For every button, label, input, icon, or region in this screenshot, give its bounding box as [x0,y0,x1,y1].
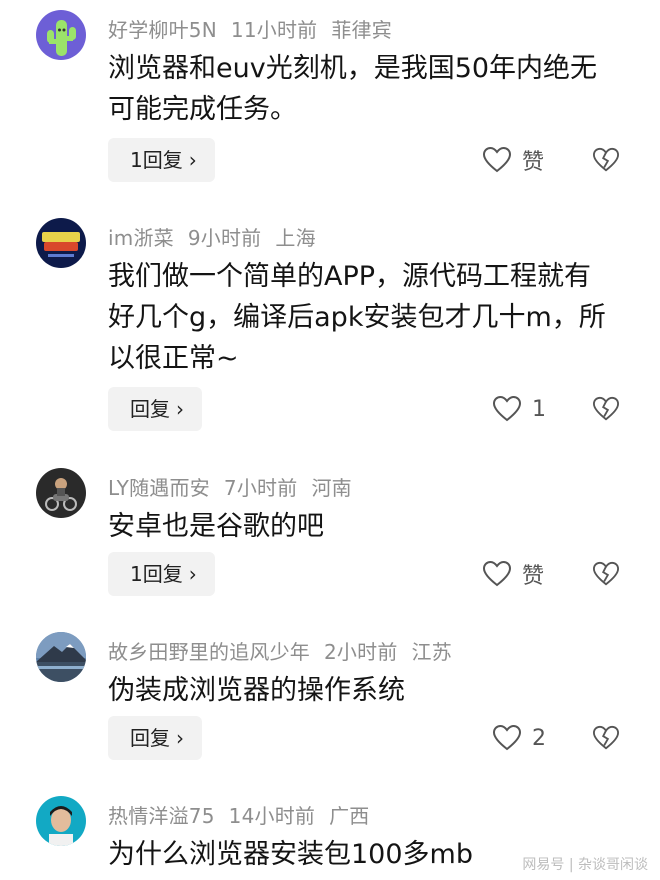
street-fighter-icon [42,232,80,257]
broken-heart-icon [592,725,620,750]
timestamp: 7小时前 [223,476,298,500]
chevron-right-icon: › [176,397,184,421]
username[interactable]: 热情洋溢75 [108,804,215,828]
like-button[interactable]: 赞 [482,552,562,596]
comment-text: 浏览器和euv光刻机，是我国50年内绝无可能完成任务。 [108,53,598,125]
comment-meta: im浙菜 9小时前 上海 [108,222,330,251]
username[interactable]: im浙菜 [108,226,174,250]
heart-icon [492,724,522,751]
broken-heart-icon [592,396,620,421]
dislike-button[interactable] [592,716,622,760]
timestamp: 14小时前 [228,804,316,828]
broken-heart-icon [592,561,620,586]
dislike-button[interactable] [592,138,622,182]
reply-button[interactable]: 回复 › [108,716,202,760]
timestamp: 9小时前 [187,226,262,250]
user-avatar[interactable] [36,468,86,518]
user-avatar[interactable] [36,10,86,60]
location: 菲律宾 [331,18,392,42]
dislike-button[interactable] [592,552,622,596]
comment-meta: LY随遇而安 7小时前 河南 [108,472,366,501]
like-count: 2 [532,725,546,751]
heart-icon [492,395,522,422]
timestamp: 2小时前 [324,640,398,664]
cactus-icon [47,20,76,56]
username[interactable]: LY随遇而安 [108,476,210,500]
username[interactable]: 故乡田野里的追风少年 [108,640,310,664]
user-avatar[interactable] [36,632,86,682]
user-avatar[interactable] [36,796,86,846]
username[interactable]: 好学柳叶5N [108,18,217,42]
person-photo-icon [49,806,73,846]
mountain-icon [36,632,86,682]
comment-text: 我们做一个简单的APP，源代码工程就有好几个g，编译后apk安装包才几十m，所以… [108,261,606,374]
user-avatar[interactable] [36,218,86,268]
location: 河南 [311,476,352,500]
location: 广西 [329,804,370,828]
like-count: 赞 [522,564,545,589]
comment-meta: 热情洋溢75 14小时前 广西 [108,800,384,829]
location: 江苏 [411,640,452,664]
reply-label: 回复 [130,397,170,421]
reply-label: 1回复 [130,148,183,172]
heart-icon [482,560,512,587]
watermark: 网易号 | 杂谈哥闲谈 [522,857,648,873]
comment-meta: 好学柳叶5N 11小时前 菲律宾 [108,14,406,43]
broken-heart-icon [592,147,620,172]
like-count: 1 [532,396,546,422]
motorcycle-icon [45,478,77,511]
reply-label: 回复 [130,726,170,750]
timestamp: 11小时前 [230,18,318,42]
chevron-right-icon: › [188,148,197,172]
dislike-button[interactable] [592,387,622,431]
reply-button[interactable]: 1回复 › [108,552,215,596]
reply-label: 1回复 [130,562,183,586]
heart-icon [482,146,512,173]
location: 上海 [275,226,316,250]
reply-button[interactable]: 1回复 › [108,138,215,182]
chevron-right-icon: › [188,562,197,586]
like-button[interactable]: 2 [492,716,572,760]
comment-text: 安卓也是谷歌的吧 [108,511,324,542]
reply-button[interactable]: 回复 › [108,387,202,431]
comment-meta: 故乡田野里的追风少年 2小时前 江苏 [108,636,466,665]
comment-text: 伪装成浏览器的操作系统 [108,675,405,706]
like-count: 赞 [522,150,545,175]
like-button[interactable]: 赞 [482,138,562,182]
chevron-right-icon: › [176,726,184,750]
like-button[interactable]: 1 [492,387,572,431]
